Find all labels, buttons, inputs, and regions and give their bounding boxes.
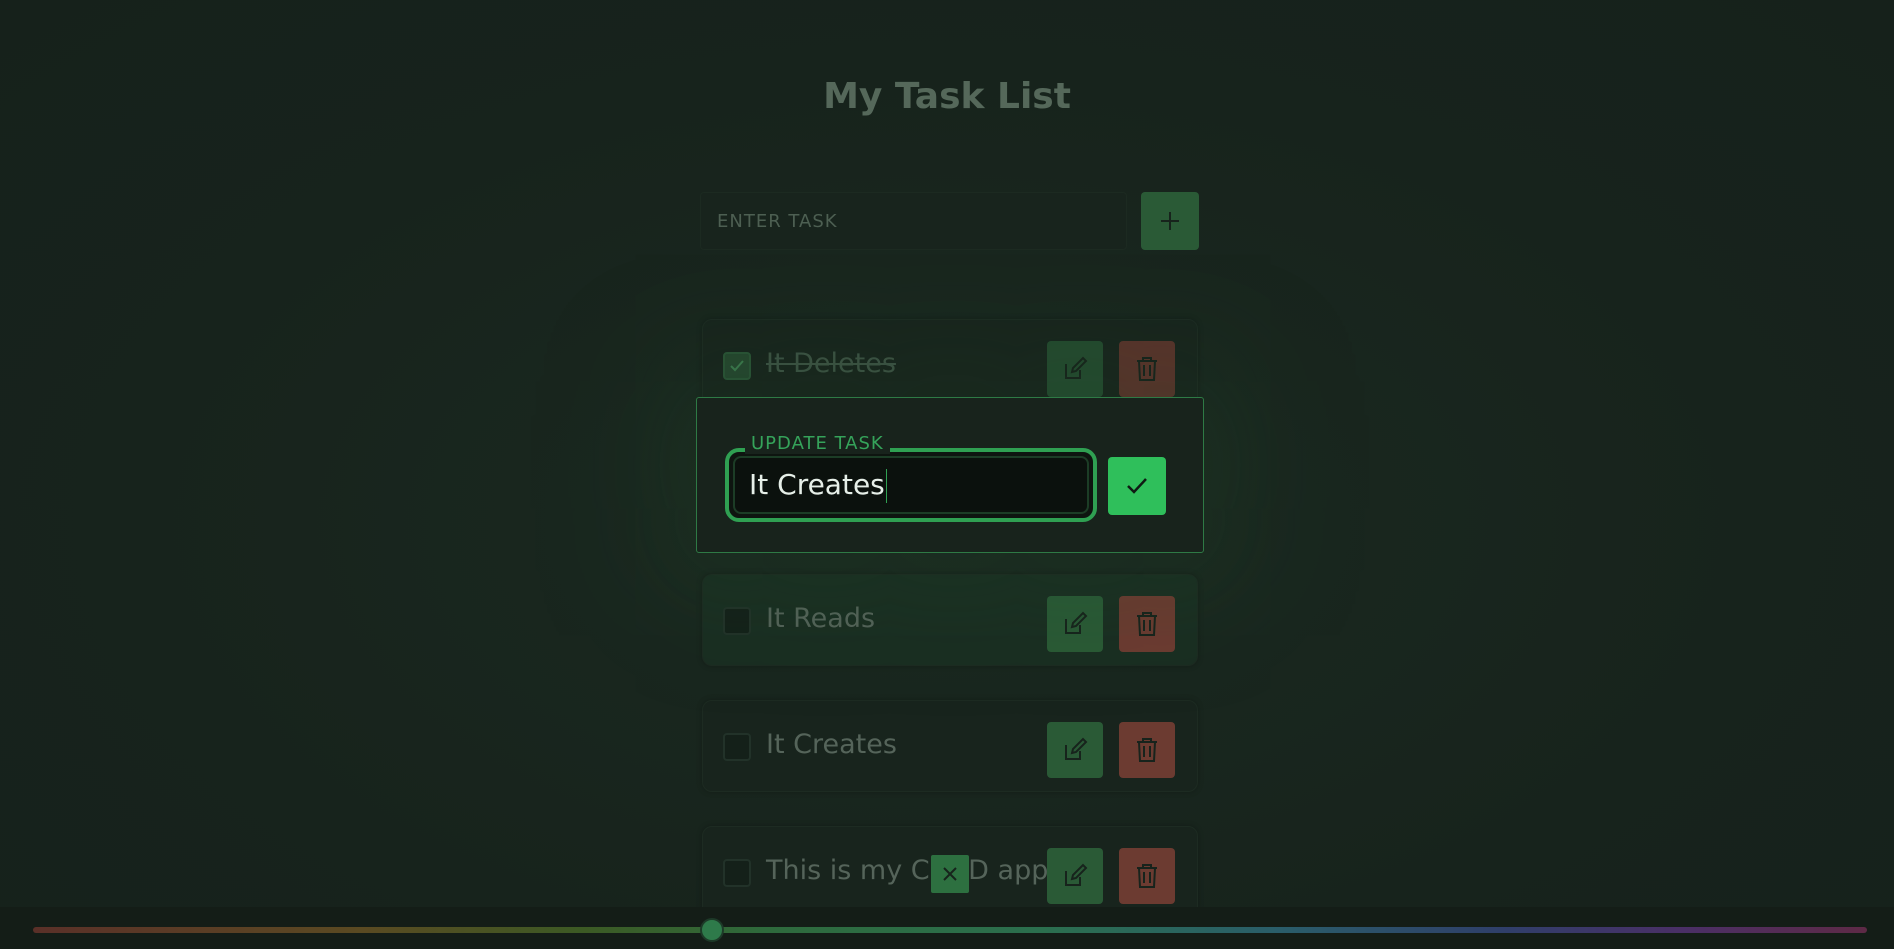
trash-icon <box>1137 738 1157 762</box>
task-checkbox[interactable] <box>723 733 751 761</box>
task-label: It Reads <box>766 603 876 634</box>
delete-task-button[interactable] <box>1119 341 1175 397</box>
text-caret <box>885 469 887 503</box>
edit-task-button[interactable] <box>1047 722 1103 778</box>
update-task-dialog: It Creates UPDATE TASK <box>696 397 1204 553</box>
edit-task-button[interactable] <box>1047 341 1103 397</box>
task-input[interactable] <box>700 192 1127 250</box>
delete-task-button[interactable] <box>1119 596 1175 652</box>
task-label: This is my CRUD app <box>766 855 1049 886</box>
close-icon <box>943 867 957 881</box>
confirm-update-button[interactable] <box>1108 457 1166 515</box>
task-checkbox[interactable] <box>723 859 751 887</box>
add-task-button[interactable] <box>1141 192 1199 250</box>
task-card: It Reads <box>702 574 1198 666</box>
pencil-square-icon <box>1065 611 1088 634</box>
task-checkbox[interactable] <box>723 607 751 635</box>
update-task-legend: UPDATE TASK <box>745 433 890 454</box>
trash-icon <box>1137 864 1157 888</box>
task-label: It Creates <box>766 729 897 760</box>
update-task-value: It Creates <box>749 468 885 501</box>
pencil-square-icon <box>1065 863 1088 886</box>
pencil-square-icon <box>1065 356 1088 379</box>
task-label: It Deletes <box>766 348 896 379</box>
trash-icon <box>1137 612 1157 636</box>
close-dialog-button[interactable] <box>931 855 969 893</box>
update-task-field[interactable]: It Creates <box>725 448 1097 522</box>
edit-task-button[interactable] <box>1047 596 1103 652</box>
check-icon <box>730 360 744 372</box>
update-task-input[interactable]: It Creates <box>749 468 887 503</box>
hue-slider-thumb[interactable] <box>699 918 724 942</box>
task-checkbox[interactable] <box>723 352 751 380</box>
edit-task-button[interactable] <box>1047 848 1103 904</box>
check-icon <box>1127 478 1147 494</box>
pencil-square-icon <box>1065 737 1088 760</box>
hue-slider-bar <box>0 907 1894 949</box>
delete-task-button[interactable] <box>1119 722 1175 778</box>
delete-task-button[interactable] <box>1119 848 1175 904</box>
add-task-row <box>700 192 1200 250</box>
trash-icon <box>1137 357 1157 381</box>
plus-icon <box>1161 212 1179 230</box>
hue-slider-track[interactable] <box>33 927 1867 933</box>
task-card: It Creates <box>702 700 1198 792</box>
page: My Task List It Deletes <box>0 0 1894 949</box>
page-title: My Task List <box>823 76 1071 117</box>
